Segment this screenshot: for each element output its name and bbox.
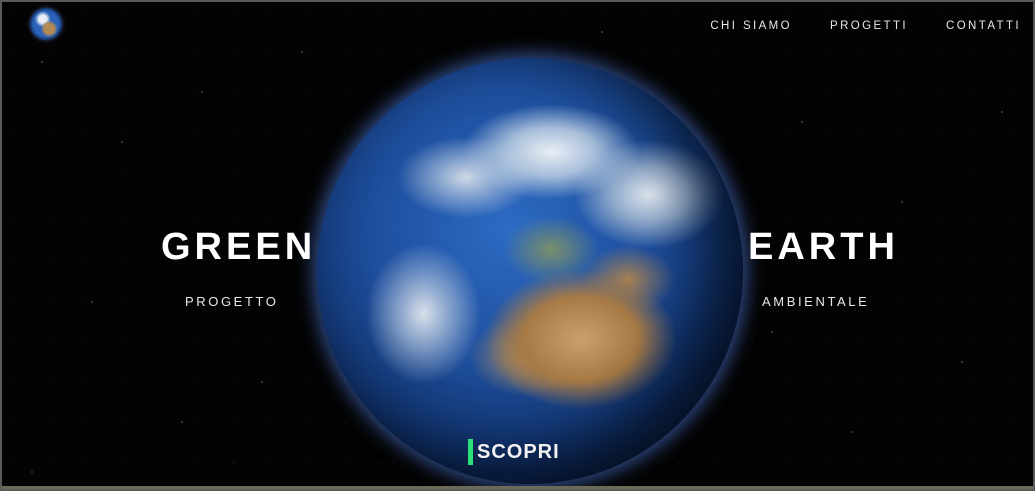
cta-label: SCOPRI — [477, 440, 560, 463]
earth-logo-icon[interactable] — [30, 8, 62, 40]
nav-item-contatti[interactable]: CONTATTI — [946, 20, 1021, 32]
page: CHI SIAMO PROGETTI CONTATTI GREEN EARTH … — [0, 0, 1035, 491]
bottom-strip — [2, 486, 1033, 489]
main-nav: CHI SIAMO PROGETTI CONTATTI — [710, 20, 1021, 32]
hero-subtitle-left: PROGETTO — [185, 294, 279, 309]
scopri-button[interactable]: SCOPRI — [468, 439, 560, 465]
cta-accent-bar — [468, 439, 473, 465]
nav-item-chi-siamo[interactable]: CHI SIAMO — [710, 20, 792, 32]
hero-subtitle-right: AMBIENTALE — [762, 294, 870, 309]
earth-globe-image — [317, 58, 743, 484]
nav-item-progetti[interactable]: PROGETTI — [830, 20, 908, 32]
hero-title-left: GREEN — [161, 226, 317, 268]
hero-title-right: EARTH — [748, 226, 899, 268]
